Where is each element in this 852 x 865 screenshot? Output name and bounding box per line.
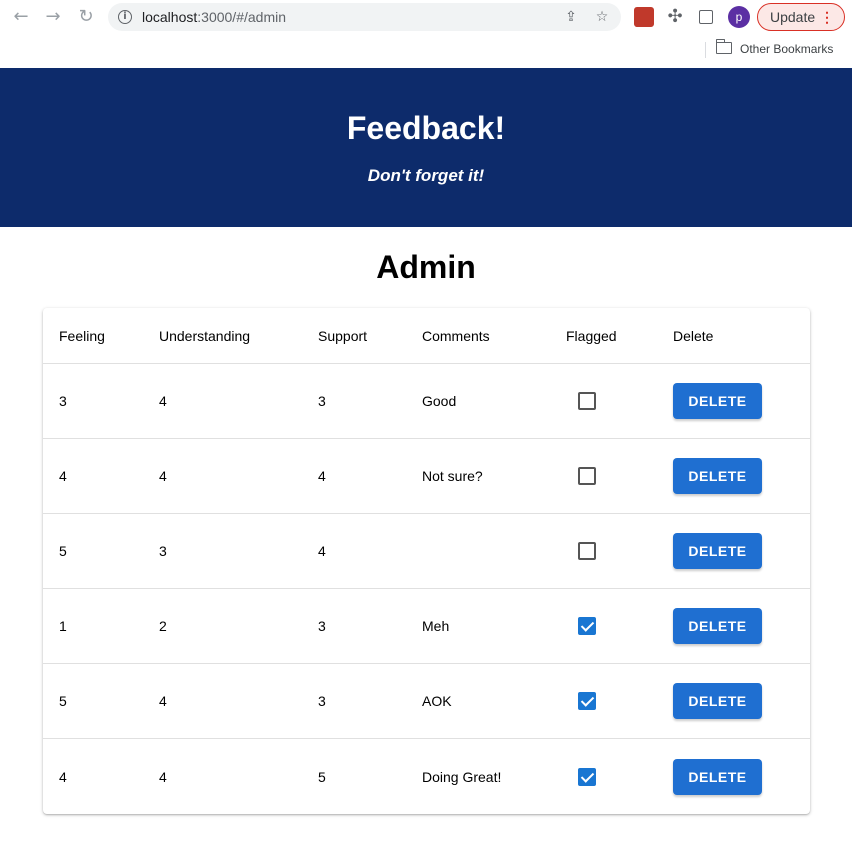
delete-button[interactable]: DELETE	[673, 458, 762, 494]
share-icon[interactable]: ⇪	[562, 8, 580, 26]
more-icon[interactable]: ⋮	[820, 4, 834, 30]
table-header-row: Feeling Understanding Support Comments F…	[43, 308, 810, 364]
delete-button[interactable]: DELETE	[673, 533, 762, 569]
support-cell: 4	[318, 543, 326, 559]
support-cell: 3	[318, 618, 326, 634]
table-row: 3 4 3 Good DELETE	[43, 364, 810, 439]
folder-icon[interactable]	[715, 39, 732, 54]
header-delete: Delete	[673, 327, 714, 344]
delete-button[interactable]: DELETE	[673, 758, 762, 795]
feeling-cell: 4	[59, 468, 67, 484]
flagged-checkbox[interactable]	[578, 392, 596, 410]
flagged-checkbox[interactable]	[578, 542, 596, 560]
feeling-cell: 1	[59, 618, 67, 634]
table-row: 4 4 5 Doing Great! DELETE	[43, 739, 810, 814]
address-bar[interactable]: i localhost:3000/#/admin ⇪ ☆	[108, 3, 621, 31]
comments-cell: Doing Great!	[422, 768, 502, 785]
side-panel-icon[interactable]	[699, 10, 713, 24]
delete-button[interactable]: DELETE	[673, 608, 762, 644]
browser-toolbar: ← → ↻ i localhost:3000/#/admin ⇪ ☆ ✣ p U…	[0, 0, 852, 34]
support-cell: 3	[318, 693, 326, 709]
feeling-cell: 5	[59, 693, 67, 709]
info-icon[interactable]: i	[118, 10, 132, 24]
header-feeling: Feeling	[59, 327, 105, 344]
understanding-cell: 2	[159, 618, 167, 634]
header-flagged: Flagged	[566, 327, 617, 344]
extension-icon[interactable]	[634, 7, 654, 27]
table-row: 5 4 3 AOK DELETE	[43, 664, 810, 739]
flagged-checkbox[interactable]	[578, 692, 596, 710]
app-title: Feedback!	[346, 110, 506, 146]
feeling-cell: 3	[59, 393, 67, 409]
support-cell: 3	[318, 393, 326, 409]
forward-icon[interactable]: →	[42, 6, 64, 28]
understanding-cell: 4	[159, 693, 167, 709]
flagged-checkbox[interactable]	[578, 767, 596, 786]
update-button[interactable]: Update ⋮	[757, 3, 845, 31]
understanding-cell: 3	[159, 543, 167, 559]
flagged-checkbox[interactable]	[578, 617, 596, 635]
reload-icon[interactable]: ↻	[75, 6, 97, 28]
delete-button[interactable]: DELETE	[673, 683, 762, 719]
comments-cell: Not sure?	[422, 468, 483, 484]
header-comments: Comments	[422, 327, 490, 344]
header-support: Support	[318, 327, 368, 344]
comments-cell: Meh	[422, 618, 450, 634]
star-icon[interactable]: ☆	[593, 8, 611, 26]
understanding-cell: 4	[159, 768, 167, 785]
app-subtitle: Don't forget it!	[367, 166, 485, 185]
comments-cell: AOK	[422, 693, 452, 709]
url-text[interactable]: localhost:3000/#/admin	[142, 9, 286, 25]
comments-cell: Good	[422, 393, 457, 409]
page-title: Admin	[376, 249, 476, 285]
header-understanding: Understanding	[159, 327, 251, 344]
understanding-cell: 4	[159, 468, 167, 484]
other-bookmarks-link[interactable]: Other Bookmarks	[740, 42, 833, 56]
avatar[interactable]: p	[728, 6, 750, 28]
table-row: 4 4 4 Not sure? DELETE	[43, 439, 810, 514]
back-icon[interactable]: ←	[10, 6, 32, 28]
understanding-cell: 4	[159, 393, 167, 409]
flagged-checkbox[interactable]	[578, 467, 596, 485]
table-row: 5 3 4 DELETE	[43, 514, 810, 589]
delete-button[interactable]: DELETE	[673, 383, 762, 419]
browser-chrome: ← → ↻ i localhost:3000/#/admin ⇪ ☆ ✣ p U…	[0, 0, 852, 68]
feedback-table: Feeling Understanding Support Comments F…	[43, 308, 810, 814]
bookmarks-divider	[705, 42, 706, 58]
support-cell: 5	[318, 768, 326, 785]
puzzle-icon[interactable]: ✣	[664, 6, 686, 28]
app-header: Feedback! Don't forget it!	[0, 68, 852, 227]
feeling-cell: 4	[59, 768, 67, 785]
support-cell: 4	[318, 468, 326, 484]
feeling-cell: 5	[59, 543, 67, 559]
bookmarks-bar: Other Bookmarks	[0, 34, 852, 64]
table-row: 1 2 3 Meh DELETE	[43, 589, 810, 664]
